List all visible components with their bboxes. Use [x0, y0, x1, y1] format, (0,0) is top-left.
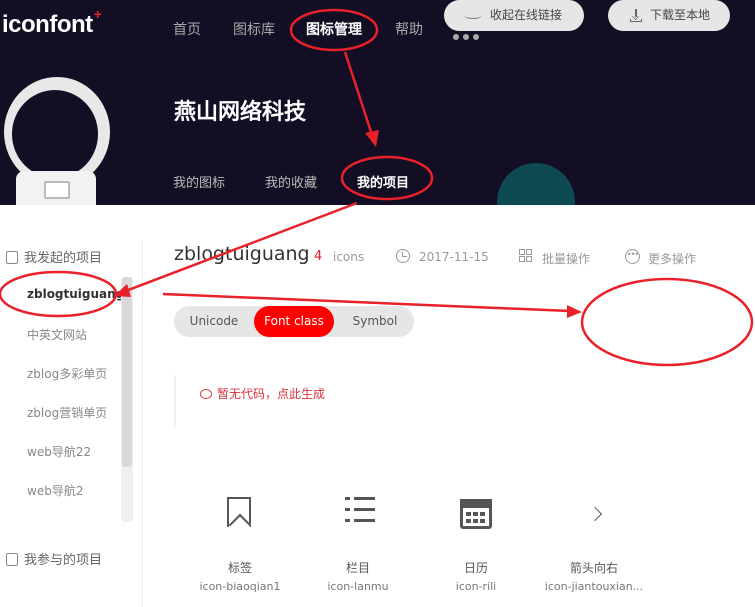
more-operations-button[interactable]: 更多操作: [648, 250, 696, 267]
astronaut-illustration: [0, 75, 112, 205]
list-icon: [345, 497, 375, 525]
code-area: 暂无代码，点此生成: [174, 375, 754, 427]
arrowhead-sidebar-to-download: [567, 305, 582, 318]
refresh-icon: [200, 389, 212, 399]
generate-code-label: 暂无代码，点此生成: [217, 387, 326, 401]
nav-home[interactable]: 首页: [173, 19, 201, 39]
icon-card-code: icon-rili: [455, 580, 497, 593]
logo-plus: +: [93, 6, 102, 22]
planet-decoration: [497, 163, 575, 205]
calendar-icon: [460, 499, 492, 529]
more-icon[interactable]: •••: [625, 249, 640, 264]
download-local-button[interactable]: 下载至本地: [608, 0, 730, 31]
collapse-online-link-button[interactable]: 收起在线链接: [444, 0, 584, 31]
tab-symbol[interactable]: Symbol: [342, 306, 408, 337]
tab-font-class[interactable]: Font class: [254, 306, 334, 337]
sidebar-divider: [142, 240, 143, 607]
icon-count-unit: icons: [333, 250, 365, 264]
team-title: 燕山网络科技: [174, 100, 307, 125]
sidebar-project-zblog-marketing[interactable]: zblog营销单页: [27, 404, 107, 421]
nav-icon-library[interactable]: 图标库: [233, 19, 275, 39]
sidebar-project-web-nav22[interactable]: web导航22: [27, 443, 91, 460]
edit-icon: [6, 251, 18, 264]
collapse-label: 收起在线链接: [490, 8, 563, 22]
generate-code-link[interactable]: 暂无代码，点此生成: [200, 385, 325, 402]
tab-my-favorites[interactable]: 我的收藏: [265, 172, 317, 191]
icon-count: 4: [314, 249, 323, 264]
icon-card-name: 栏目: [345, 561, 370, 575]
sidebar-scrollbar[interactable]: [121, 277, 133, 522]
search-doc-icon: [6, 553, 18, 566]
tab-my-projects[interactable]: 我的项目: [357, 172, 409, 191]
icon-card-name: 箭头向右: [569, 561, 618, 575]
icon-card-code: icon-lanmu: [327, 580, 389, 593]
logo-text: iconfont: [2, 11, 93, 38]
sidebar-project-zblogtuiguang[interactable]: zblogtuiguang: [27, 287, 124, 301]
batch-grid-icon[interactable]: [519, 249, 533, 263]
initiated-heading-label: 我发起的项目: [24, 251, 103, 266]
project-date: 2017-11-15: [419, 250, 489, 264]
tab-unicode[interactable]: Unicode: [180, 306, 248, 337]
icon-card[interactable]: 标签 icon-biaoqian1: [190, 485, 290, 593]
icon-card[interactable]: 栏目 icon-lanmu: [308, 485, 408, 593]
joined-heading-label: 我参与的项目: [24, 553, 103, 568]
highlight-download-button: [580, 277, 754, 367]
icon-card-code: icon-jiantouxian...: [544, 580, 644, 593]
icon-card-name: 标签: [227, 561, 252, 575]
sidebar-project-cn-en-site[interactable]: 中英文网站: [27, 326, 87, 343]
project-title: zblogtuiguang: [174, 243, 310, 265]
joined-projects-heading: 我参与的项目: [6, 549, 102, 568]
icon-card[interactable]: 箭头向右 icon-jiantouxian...: [544, 485, 644, 593]
bookmark-icon: [227, 497, 251, 527]
download-icon: [630, 9, 642, 22]
clock-icon: [396, 249, 410, 263]
nav-icon-management[interactable]: 图标管理: [306, 19, 362, 39]
download-label: 下载至本地: [650, 8, 711, 22]
icon-card[interactable]: 日历 icon-rili: [426, 485, 526, 593]
tab-my-icons[interactable]: 我的图标: [173, 172, 225, 191]
batch-operation-button[interactable]: 批量操作: [542, 250, 590, 267]
iconfont-logo[interactable]: iconfont+: [2, 6, 102, 39]
sidebar-scroll-thumb[interactable]: [122, 277, 132, 467]
sidebar-project-zblog-colorful[interactable]: zblog多彩单页: [27, 365, 107, 382]
arrow-right-icon: [587, 506, 603, 522]
eye-closed-icon: [464, 11, 482, 19]
initiated-projects-heading: 我发起的项目: [6, 247, 102, 266]
code-format-tabs: Unicode Font class Symbol: [174, 306, 414, 337]
nav-help[interactable]: 帮助: [395, 19, 423, 39]
icon-card-code: icon-biaoqian1: [199, 580, 281, 593]
icon-card-name: 日历: [463, 561, 488, 575]
sidebar-project-web-nav2[interactable]: web导航2: [27, 482, 83, 499]
